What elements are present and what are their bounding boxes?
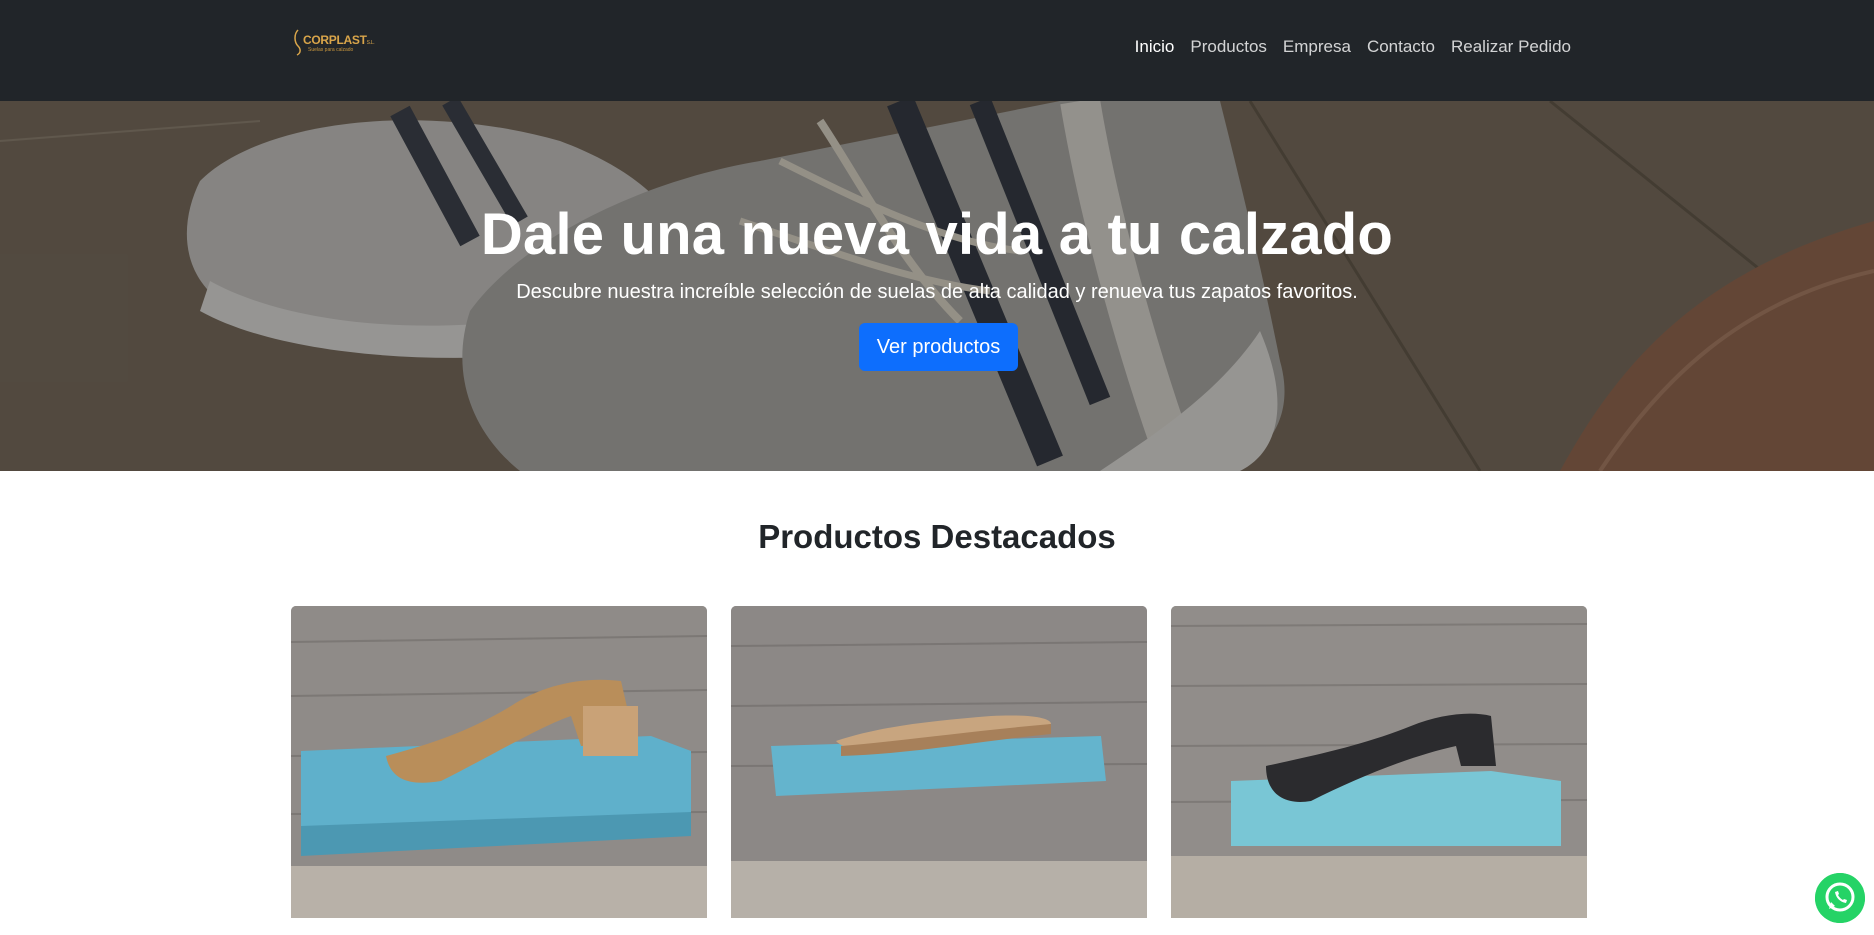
nav-link-contacto[interactable]: Contacto [1359, 37, 1443, 57]
navbar: CORPLASTS.L. Suelas para calzado Inicio … [0, 0, 1874, 101]
brand-name: CORPLASTS.L. [303, 33, 375, 47]
logo-mark-icon [294, 29, 301, 56]
product-image[interactable] [1171, 606, 1587, 918]
brand-tagline: Suelas para calzado [308, 47, 354, 53]
featured-products-title: Productos Destacados [758, 518, 1116, 555]
product-card[interactable] [731, 606, 1147, 918]
nav-link-productos[interactable]: Productos [1182, 37, 1275, 57]
view-products-button[interactable]: Ver productos [859, 323, 1018, 371]
product-image[interactable] [731, 606, 1147, 918]
nav-link-empresa[interactable]: Empresa [1275, 37, 1359, 57]
product-card[interactable] [1171, 606, 1587, 918]
product-image[interactable] [291, 606, 707, 918]
whatsapp-icon [1815, 873, 1865, 923]
product-card[interactable] [291, 606, 707, 918]
nav-link-inicio[interactable]: Inicio [1127, 37, 1183, 57]
hero-banner: Dale una nueva vida a tu calzado Descubr… [0, 101, 1874, 471]
whatsapp-button[interactable] [1815, 873, 1865, 923]
hero-title: Dale una nueva vida a tu calzado [480, 202, 1394, 267]
nav-link-realizar-pedido[interactable]: Realizar Pedido [1443, 37, 1579, 57]
brand-logo[interactable]: CORPLASTS.L. Suelas para calzado [293, 24, 375, 60]
hero-subtitle: Descubre nuestra increíble selección de … [516, 281, 1358, 303]
nav-menu: Inicio Productos Empresa Contacto Realiz… [1127, 37, 1579, 57]
